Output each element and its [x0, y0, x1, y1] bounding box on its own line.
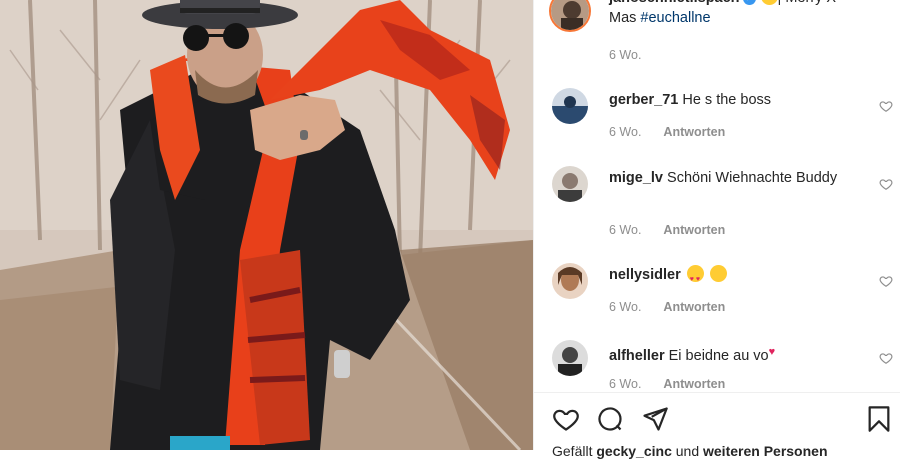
comment-time[interactable]: 6 Wo. [609, 223, 641, 237]
comment-username[interactable]: gerber_71 [609, 92, 678, 108]
comment-text: nellysidler ♥ ♥ [609, 265, 849, 285]
comments-panel: janoschnietlispach✓| Merry X-Mas #euchal… [533, 0, 900, 459]
reply-button[interactable]: Antworten [663, 223, 725, 237]
likes-summary: Gefällt gecky_cinc und weiteren Personen [552, 443, 828, 459]
comment-username[interactable]: nellysidler [609, 267, 681, 283]
commenter-avatar[interactable] [552, 340, 588, 376]
hashtag-link[interactable]: #euchallne [640, 10, 710, 26]
post-photo[interactable] [0, 0, 533, 450]
verified-icon: ✓ [742, 0, 756, 5]
red-heart-emoji-icon: ♥ [768, 346, 776, 358]
comment-meta: 6 Wo. Antworten [609, 223, 725, 237]
comment-meta: 6 Wo. Antworten [609, 377, 725, 391]
comment-icon[interactable] [596, 405, 624, 433]
comment-text: mige_lv Schöni Wiehnachte Buddy [609, 168, 849, 188]
post-actions: Gefällt gecky_cinc und weiteren Personen [534, 392, 900, 459]
photo-scene [0, 0, 533, 450]
likes-user-link[interactable]: gecky_cinc [596, 443, 672, 459]
caption-time[interactable]: 6 Wo. [609, 48, 641, 62]
bookmark-icon[interactable] [865, 405, 893, 433]
comment-time[interactable]: 6 Wo. [609, 300, 641, 314]
reply-button[interactable]: Antworten [663, 300, 725, 314]
grin-emoji-icon [760, 0, 778, 5]
author-avatar[interactable] [549, 0, 591, 32]
like-comment-heart-icon[interactable] [879, 351, 893, 365]
like-comment-heart-icon[interactable] [879, 99, 893, 113]
likes-others-link[interactable]: weiteren Personen [703, 443, 828, 459]
comment-body: He s the boss [682, 92, 772, 108]
comment-time[interactable]: 6 Wo. [609, 377, 641, 391]
comment-body: Schöni Wiehnachte Buddy [667, 170, 838, 186]
likes-middle: und [671, 443, 703, 459]
commenter-avatar[interactable] [552, 166, 588, 202]
reply-button[interactable]: Antworten [663, 377, 725, 391]
comment-meta: 6 Wo. Antworten [609, 125, 725, 139]
heart-icon[interactable] [552, 405, 580, 433]
comment-text: alfheller Ei beidne au vo♥ [609, 342, 849, 366]
like-comment-heart-icon[interactable] [879, 177, 893, 191]
likes-prefix: Gefällt [552, 443, 597, 459]
heart-eyes-emoji-icon: ♥ ♥ [686, 265, 704, 283]
comment-time[interactable]: 6 Wo. [609, 125, 641, 139]
comment-username[interactable]: mige_lv [609, 170, 663, 186]
author-username[interactable]: janoschnietlispach [609, 0, 740, 6]
commenter-avatar[interactable] [552, 263, 588, 299]
comment-list[interactable]: janoschnietlispach✓| Merry X-Mas #euchal… [534, 0, 900, 392]
caption-meta: 6 Wo. [609, 48, 641, 62]
share-icon[interactable] [641, 405, 669, 433]
like-comment-heart-icon[interactable] [879, 274, 893, 288]
comment-meta: 6 Wo. Antworten [609, 300, 725, 314]
reply-button[interactable]: Antworten [663, 125, 725, 139]
comment-username[interactable]: alfheller [609, 348, 665, 364]
caption-text: janoschnietlispach✓| Merry X-Mas #euchal… [609, 0, 849, 28]
comment-text: gerber_71 He s the boss [609, 90, 849, 110]
smiling-emoji-icon [709, 265, 727, 282]
comment-body: Ei beidne au vo [668, 348, 769, 364]
commenter-avatar[interactable] [552, 88, 588, 124]
